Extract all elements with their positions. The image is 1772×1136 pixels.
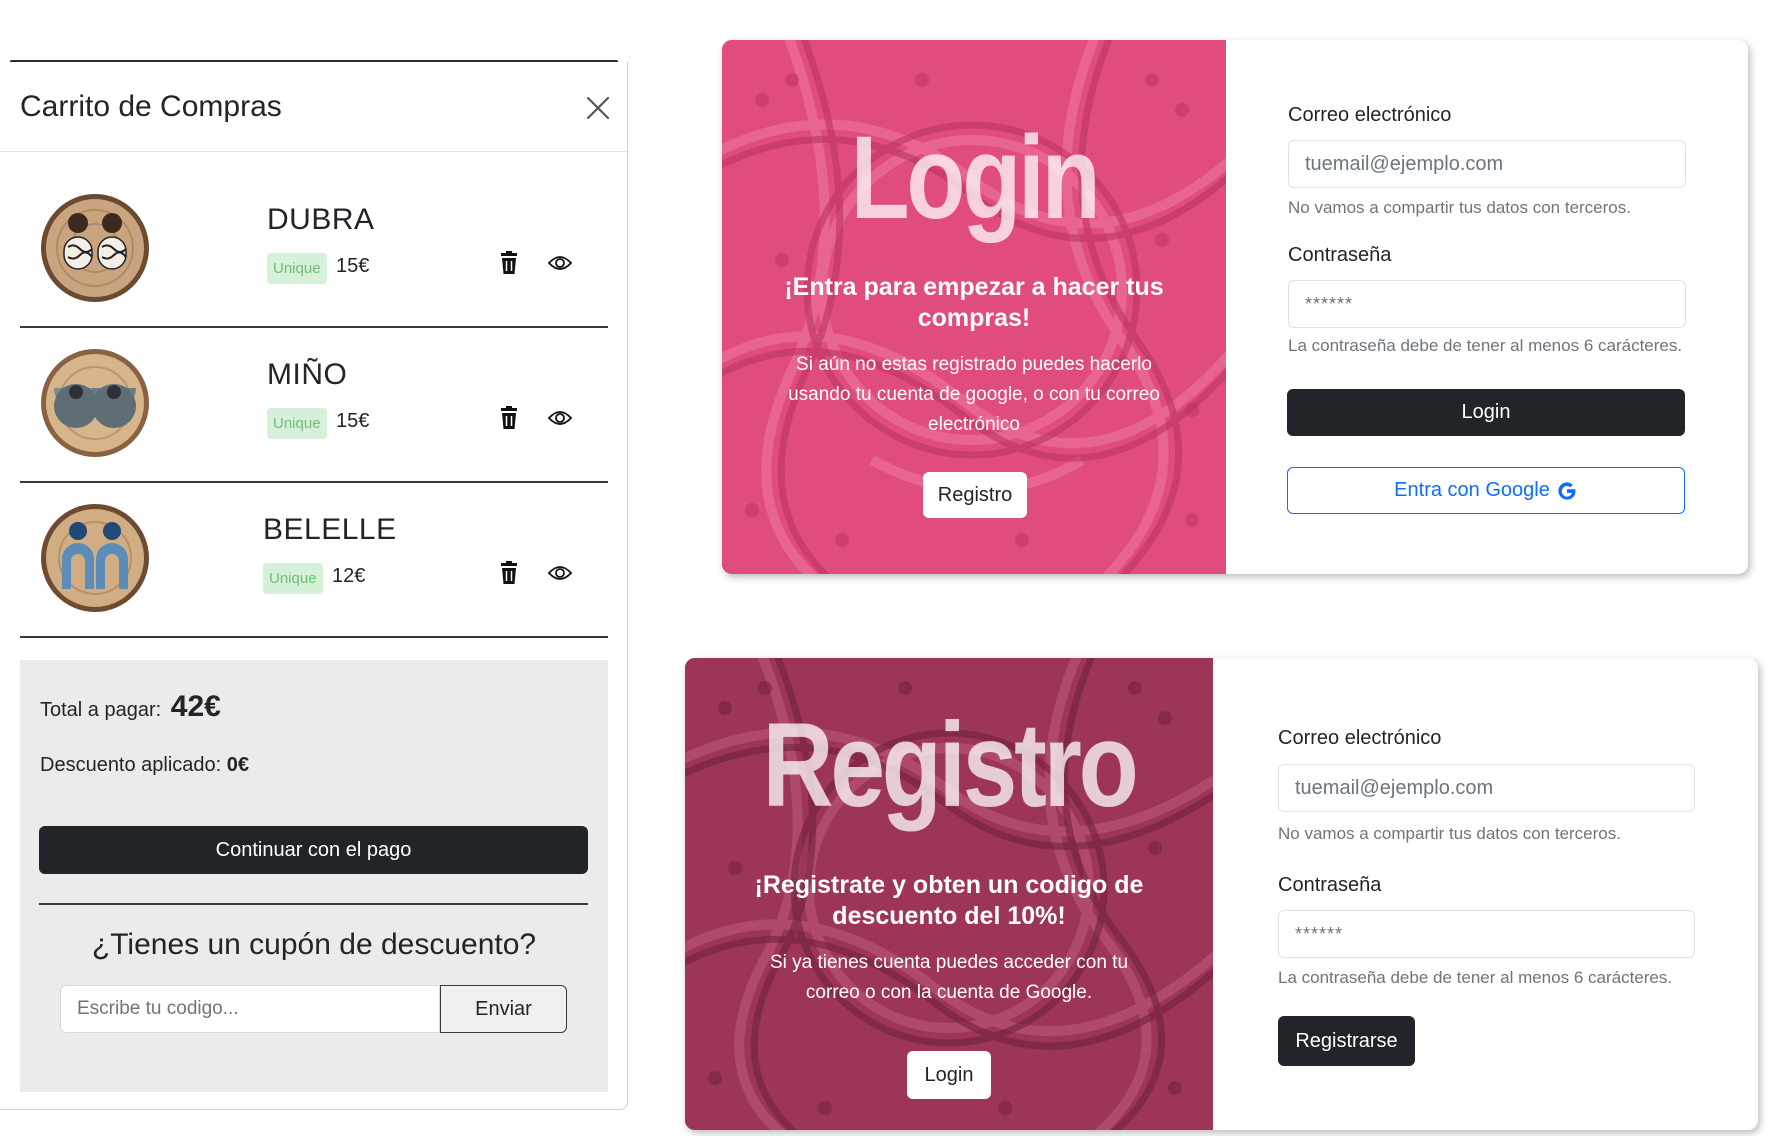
- email-input[interactable]: tuemail@ejemplo.com: [1278, 764, 1695, 812]
- email-input[interactable]: tuemail@ejemplo.com: [1288, 140, 1686, 188]
- register-hero-heading: ¡Registrate y obten un codigo de descuen…: [754, 871, 1144, 930]
- google-login-button[interactable]: Entra con Google: [1287, 467, 1685, 514]
- eye-icon[interactable]: [548, 563, 572, 583]
- divider: [39, 903, 588, 905]
- cart-item-dubra: DUBRA Unique 15€: [20, 173, 608, 328]
- item-name: BELELLE: [263, 513, 397, 546]
- unique-badge: Unique: [267, 253, 327, 284]
- email-help-text: No vamos a compartir tus datos con terce…: [1278, 824, 1621, 843]
- close-icon[interactable]: [582, 92, 614, 124]
- product-image-dubra: [41, 194, 149, 302]
- shopping-cart-panel: Carrito de Compras DUBRA Unique 15€ MIÑO…: [0, 62, 628, 1110]
- login-card: Login ¡Entra para empezar a hacer tus co…: [722, 40, 1748, 574]
- trash-icon[interactable]: [498, 251, 520, 275]
- discount-label: Descuento aplicado:: [40, 754, 222, 776]
- total-value: 42€: [170, 690, 221, 723]
- go-to-register-button[interactable]: Registro: [923, 472, 1027, 518]
- unique-badge: Unique: [263, 563, 323, 594]
- email-help-text: No vamos a compartir tus datos con terce…: [1288, 198, 1631, 217]
- item-price: 12€: [332, 565, 366, 587]
- cart-item-mino: MIÑO Unique 15€: [20, 328, 608, 483]
- login-hero-heading: ¡Entra para empezar a hacer tus compras!: [784, 273, 1164, 332]
- cart-item-belelle: BELELLE Unique 12€: [20, 483, 608, 638]
- product-image-mino: [41, 349, 149, 457]
- item-price: 15€: [336, 255, 370, 277]
- register-hero-title: Registro: [762, 698, 1139, 832]
- login-hero-text: Si aún no estas registrado puedes hacerl…: [788, 354, 1160, 435]
- password-help-text: La contraseña debe de tener al menos 6 c…: [1278, 968, 1673, 987]
- trash-icon[interactable]: [498, 406, 520, 430]
- register-button[interactable]: Registrarse: [1278, 1016, 1415, 1066]
- register-hero-text: Si ya tienes cuenta puedes acceder con t…: [769, 952, 1129, 1003]
- total-line: Total a pagar: 42€: [40, 690, 221, 724]
- google-button-label: Entra con Google: [1394, 479, 1550, 501]
- password-label: Contraseña: [1288, 244, 1392, 266]
- eye-icon[interactable]: [548, 408, 572, 428]
- register-card: Registro ¡Registrate y obten un codigo d…: [685, 658, 1758, 1130]
- password-input[interactable]: ******: [1278, 910, 1695, 958]
- eye-icon[interactable]: [548, 253, 572, 273]
- total-label: Total a pagar:: [40, 699, 162, 721]
- email-label: Correo electrónico: [1278, 727, 1442, 749]
- product-image-belelle: [41, 504, 149, 612]
- google-icon: [1558, 481, 1576, 500]
- unique-badge: Unique: [267, 408, 327, 439]
- login-hero-panel: Login ¡Entra para empezar a hacer tus co…: [722, 40, 1226, 574]
- item-name: DUBRA: [267, 203, 375, 236]
- coupon-title: ¿Tienes un cupón de descuento?: [91, 928, 537, 961]
- password-label: Contraseña: [1278, 874, 1382, 896]
- password-help-text: La contraseña debe de tener al menos 6 c…: [1288, 336, 1683, 355]
- discount-line: Descuento aplicado: 0€: [40, 754, 249, 777]
- register-hero-panel: Registro ¡Registrate y obten un codigo d…: [685, 658, 1213, 1130]
- item-price: 15€: [336, 410, 370, 432]
- password-input[interactable]: ******: [1288, 280, 1686, 328]
- send-coupon-button[interactable]: Enviar: [440, 985, 567, 1033]
- trash-icon[interactable]: [498, 561, 520, 585]
- login-hero-title: Login: [850, 112, 1101, 244]
- continue-payment-button[interactable]: Continuar con el pago: [39, 826, 588, 874]
- coupon-code-input[interactable]: Escribe tu codigo...: [60, 985, 440, 1033]
- discount-value: 0€: [226, 754, 250, 776]
- email-label: Correo electrónico: [1288, 104, 1452, 126]
- cart-summary: Total a pagar: 42€ Descuento aplicado: 0…: [20, 660, 608, 1092]
- go-to-login-button[interactable]: Login: [907, 1051, 991, 1099]
- item-name: MIÑO: [267, 358, 348, 391]
- cart-title: Carrito de Compras: [20, 90, 282, 123]
- login-button[interactable]: Login: [1287, 389, 1685, 436]
- cart-header: Carrito de Compras: [0, 62, 627, 152]
